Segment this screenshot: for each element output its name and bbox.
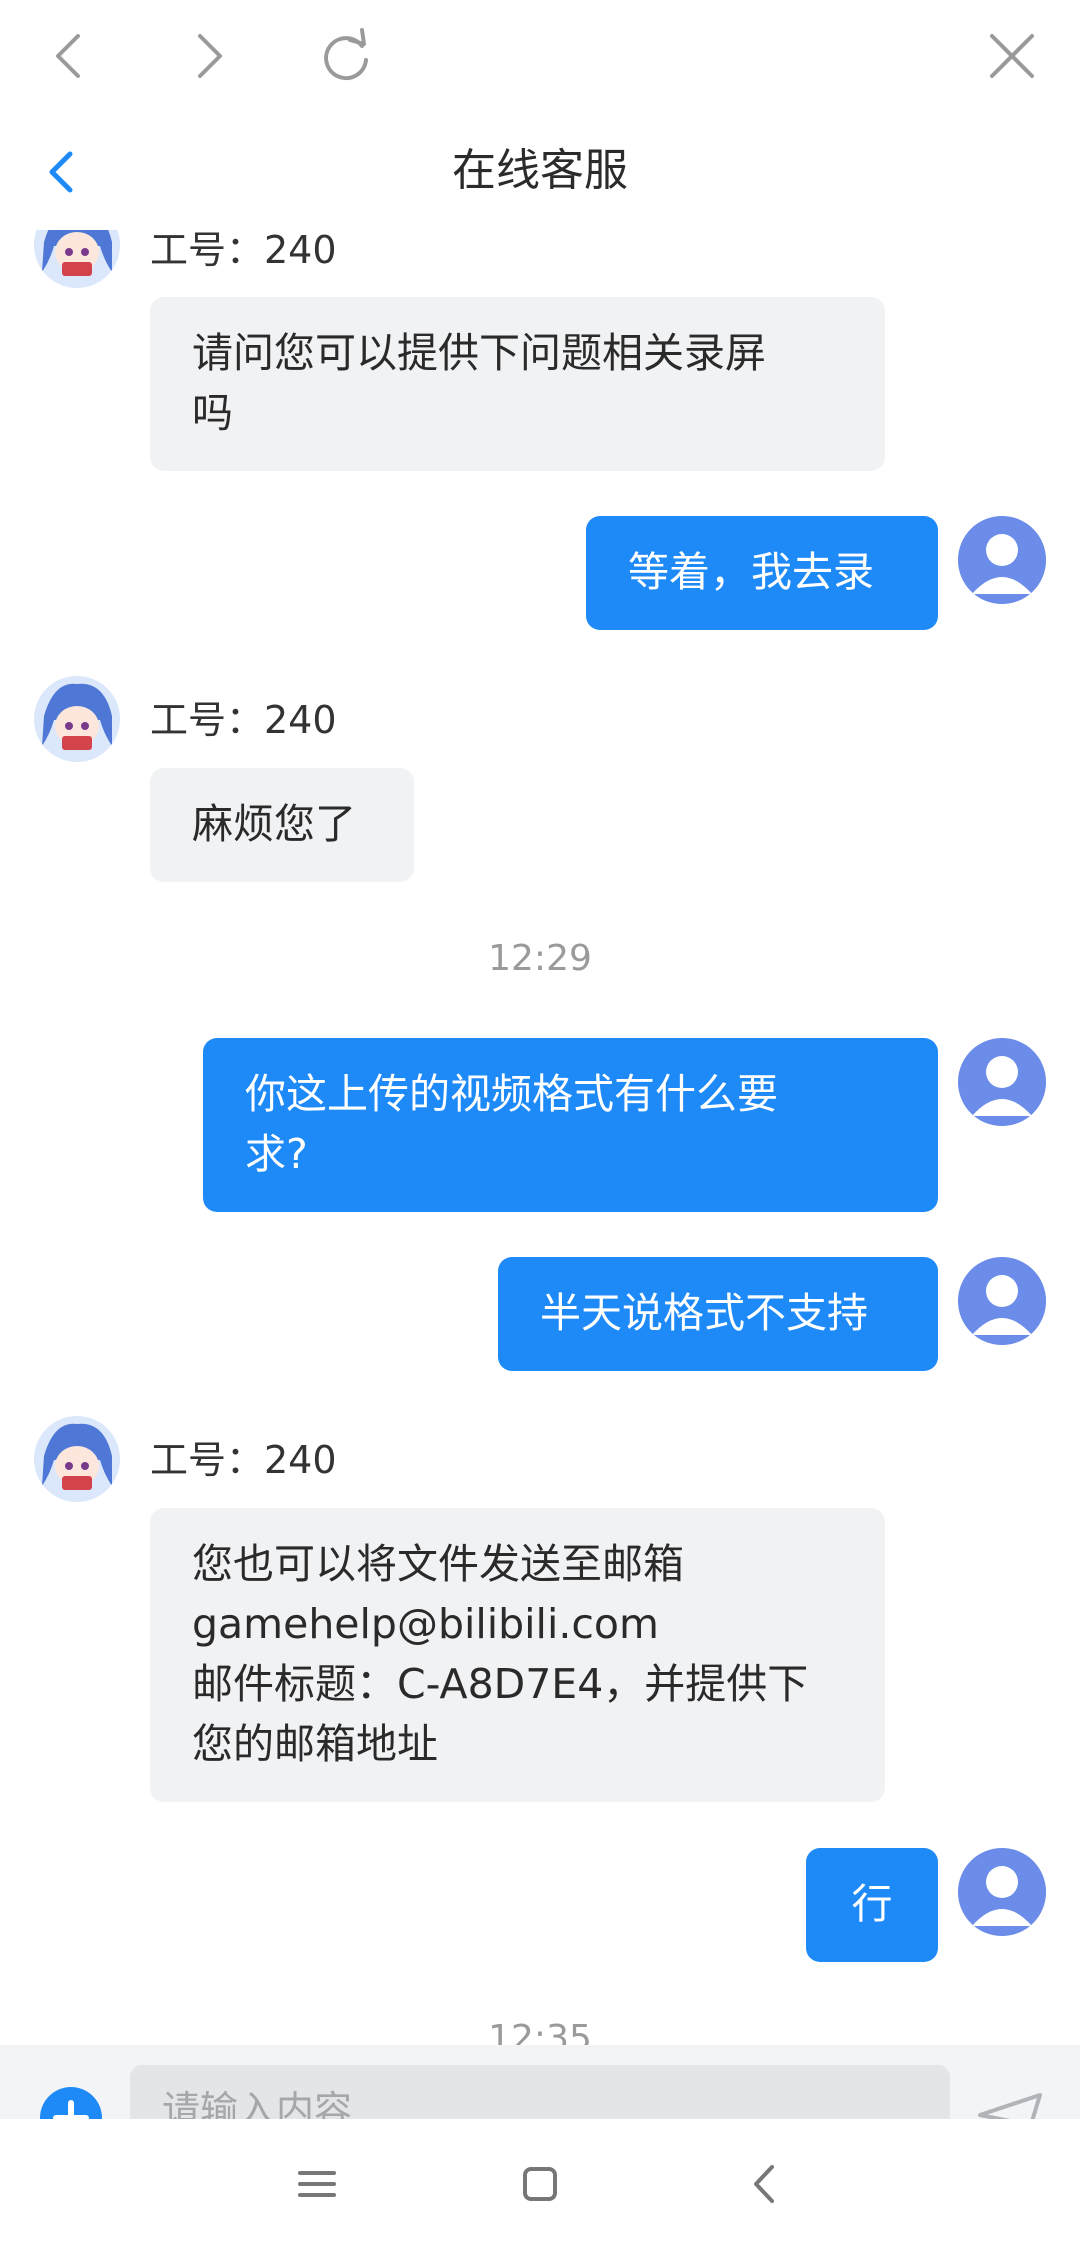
agent-message-bubble: 麻烦您了 (150, 768, 414, 882)
timestamp: 12:29 (488, 938, 592, 979)
user-message-bubble: 等着，我去录 (586, 516, 938, 630)
user-message-bubble: 行 (806, 1848, 938, 1962)
page-title: 在线客服 (452, 145, 628, 196)
close-icon[interactable] (972, 16, 1052, 96)
user-avatar (958, 1848, 1046, 1936)
system-navigation-bar (0, 2119, 1080, 2248)
chat-header: 在线客服 (0, 112, 1080, 230)
plus-icon[interactable] (40, 2087, 102, 2119)
user-avatar (958, 1038, 1046, 1126)
user-message-bubble: 你这上传的视频格式有什么要 求? (203, 1038, 938, 1212)
menu-icon[interactable] (282, 2149, 352, 2219)
agent-id-label: 工号：240 (150, 698, 337, 742)
user-avatar (958, 516, 1046, 604)
agent-avatar (34, 676, 120, 762)
agent-message-bubble: 请问您可以提供下问题相关录屏 吗 (150, 297, 885, 471)
nav-back-icon[interactable] (730, 2149, 800, 2219)
back-arrow-icon[interactable] (30, 16, 110, 96)
message-input[interactable]: 请输入内容 (130, 2065, 950, 2119)
agent-id-label: 工号：240 (150, 1438, 337, 1482)
user-message-bubble: 半天说格式不支持 (498, 1257, 938, 1371)
home-square-icon[interactable] (505, 2149, 575, 2219)
message-input-bar: 请输入内容 (0, 2045, 1080, 2119)
browser-toolbar (0, 0, 1080, 112)
agent-id-label: 工号：240 (150, 230, 337, 272)
chat-message-list[interactable]: 工号：240 请问您可以提供下问题相关录屏 吗 等着，我去录 工号：240 麻烦… (0, 230, 1080, 2045)
agent-avatar (34, 230, 120, 288)
agent-message-bubble: 您也可以将文件发送至邮箱 gamehelp@bilibili.com 邮件标题：… (150, 1508, 885, 1802)
timestamp: 12:35 (488, 2018, 592, 2045)
refresh-icon[interactable] (306, 16, 386, 96)
agent-avatar (34, 1416, 120, 1502)
send-icon[interactable] (970, 2085, 1050, 2119)
user-avatar (958, 1257, 1046, 1345)
forward-arrow-icon[interactable] (168, 16, 248, 96)
